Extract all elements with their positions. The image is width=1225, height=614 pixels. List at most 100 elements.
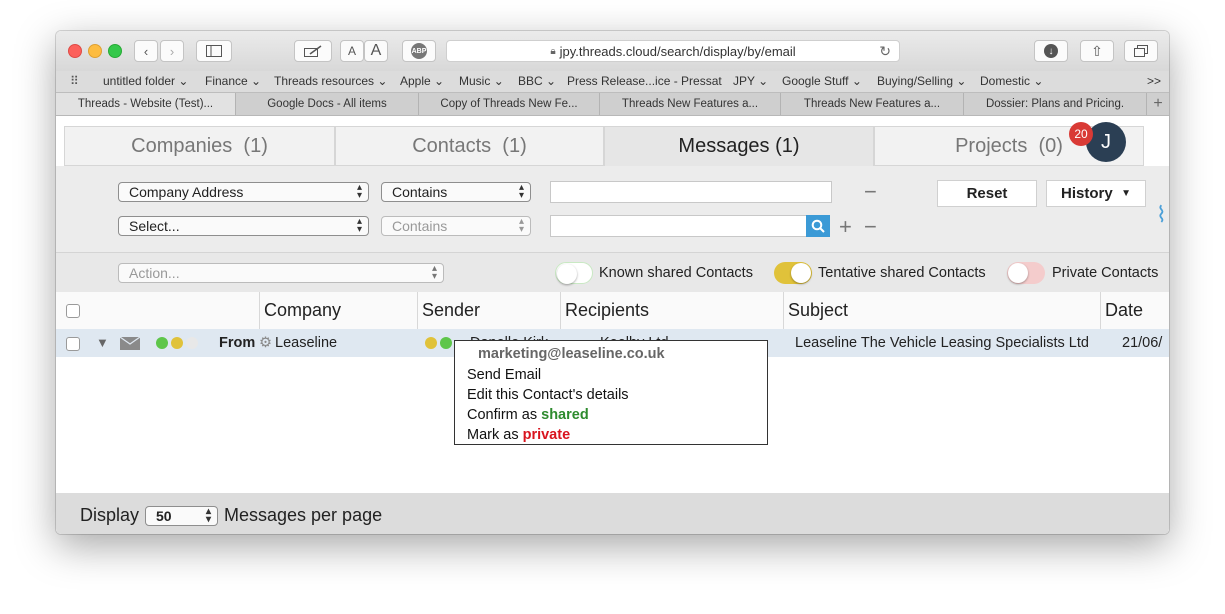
tentative-shared-toggle[interactable] [774,262,812,284]
filter-operator-select[interactable]: Contains ▴ ▾ [381,182,531,202]
column-header-company[interactable]: Company [259,292,417,329]
notification-badge[interactable]: 20 [1069,122,1093,146]
bookmark-domestic[interactable]: Domestic ⌄ [980,74,1043,88]
mark-private-item[interactable]: Mark as private [467,427,570,443]
tab-companies[interactable]: Companies (1) [64,126,335,166]
chevron-left-icon: ‹ [143,43,149,59]
filter-field-select-2[interactable]: Select... ▴ ▾ [118,216,369,236]
search-input[interactable] [550,215,807,237]
paperclip-icon[interactable]: ⌇ [1156,202,1167,228]
edit-contact-item[interactable]: Edit this Contact's details [467,387,629,403]
send-email-item[interactable]: Send Email [467,367,541,383]
status-dot-tentative [171,337,183,349]
adblock-icon: ABP [411,43,427,59]
font-smaller-button[interactable]: A [340,40,364,62]
tab-count: (0) [1038,134,1063,157]
browser-tab[interactable]: Copy of Threads New Fe... [419,93,600,115]
downloads-button[interactable]: ↓ [1034,40,1068,62]
bookmark-label: Apple [400,74,431,88]
new-tab-button[interactable]: + [1147,93,1169,115]
subject-cell[interactable]: Leaseline The Vehicle Leasing Specialist… [795,335,1089,351]
action-select[interactable]: Action... ▴ ▾ [118,263,444,283]
private-contacts-label: Private Contacts [1052,265,1159,281]
browser-tab[interactable]: Threads New Features a... [600,93,781,115]
browser-tab[interactable]: Threads - Website (Test)... [56,93,236,115]
per-page-select[interactable]: 50 ▴ ▾ [145,506,218,526]
bookmark-untitled-folder[interactable]: untitled folder ⌄ [103,74,188,88]
bookmark-label: Finance [205,74,248,88]
table-header: Company Sender Recipients Subject Date [56,292,1169,330]
date-cell: 21/06/ [1122,335,1163,351]
reset-button[interactable]: Reset [937,180,1037,207]
chevron-down-icon: ⌄ [434,74,445,88]
bookmark-finance[interactable]: Finance ⌄ [205,74,261,88]
confirm-shared-item[interactable]: Confirm as shared [467,407,589,423]
column-header-subject[interactable]: Subject [783,292,1100,329]
font-small-label: A [347,44,356,58]
filter-value-input[interactable] [550,181,832,203]
minimize-window-button[interactable] [88,44,102,58]
filter-field-select[interactable]: Company Address ▴ ▾ [118,182,369,202]
row-checkbox[interactable] [66,337,80,351]
browser-tab-label: Dossier: Plans and Pricing. [985,98,1125,110]
tab-messages[interactable]: Messages (1) [604,126,874,166]
sidebar-button[interactable] [196,40,232,62]
bookmark-jpy[interactable]: JPY ⌄ [733,74,768,88]
browser-tab[interactable]: Google Docs - All items [236,93,419,115]
bookmark-bbc[interactable]: BBC ⌄ [518,74,556,88]
column-header-sender[interactable]: Sender [417,292,560,329]
reload-icon[interactable]: ↻ [879,43,891,60]
updown-arrow-icon: ▴ ▾ [518,216,524,235]
column-header-date[interactable]: Date [1100,292,1169,329]
history-button[interactable]: History ▼ [1046,180,1146,207]
filter-panel: Company Address ▴ ▾ Contains ▴ ▾ − Reset His… [56,166,1169,253]
grid-icon[interactable]: ⠿ [70,74,79,88]
expand-triangle-icon[interactable]: ▼ [96,335,109,350]
browser-tab[interactable]: Dossier: Plans and Pricing. [964,93,1147,115]
back-button[interactable]: ‹ [134,40,158,62]
remove-filter-button-2[interactable]: − [864,216,877,238]
bookmark-google-stuff[interactable]: Google Stuff ⌄ [782,74,862,88]
bookmark-press-release[interactable]: Press Release...ice - Pressat [567,74,722,88]
browser-tab[interactable]: Threads New Features a... [781,93,964,115]
markup-button[interactable] [294,40,332,62]
forward-button[interactable]: › [160,40,184,62]
bookmark-buying-selling[interactable]: Buying/Selling ⌄ [877,74,966,88]
address-bar[interactable]: 🔒︎ jpy.threads.cloud/search/display/by/e… [446,40,900,62]
avatar[interactable]: J [1086,122,1126,162]
adblock-button[interactable]: ABP [402,40,436,62]
bookmark-label: Domestic [980,74,1031,88]
share-button[interactable]: ⇧ [1080,40,1114,62]
bookmark-music[interactable]: Music ⌄ [459,74,504,88]
search-button[interactable] [806,215,830,237]
bookmark-apple[interactable]: Apple ⌄ [400,74,444,88]
company-cell[interactable]: Leaseline [275,335,337,351]
bookmark-label: JPY [733,74,755,88]
tab-count: (1) [502,134,527,157]
font-larger-button[interactable]: A [364,40,388,62]
tab-count: (1) [775,135,800,157]
bookmarks-overflow[interactable]: >> [1147,74,1161,88]
select-value: Contains [392,218,448,234]
tab-overview-button[interactable] [1124,40,1158,62]
close-window-button[interactable] [68,44,82,58]
column-header-recipients[interactable]: Recipients [560,292,783,329]
known-shared-label: Known shared Contacts [599,265,753,281]
gear-icon[interactable]: ⚙ [259,335,272,351]
add-filter-button[interactable]: + [839,216,852,238]
private-contacts-toggle[interactable] [1007,262,1045,284]
chevron-right-icon: › [169,43,175,59]
zoom-window-button[interactable] [108,44,122,58]
bookmark-threads-resources[interactable]: Threads resources ⌄ [274,74,387,88]
tab-contacts[interactable]: Contacts (1) [335,126,604,166]
filter-operator-select-2[interactable]: Contains ▴ ▾ [381,216,531,236]
direction-label: From [219,335,256,351]
sidebar-icon [206,45,222,57]
known-shared-toggle[interactable] [555,262,593,284]
toggle-knob [1008,263,1028,283]
envelope-icon [120,337,140,350]
select-all-checkbox[interactable] [66,304,80,318]
updown-arrow-icon: ▴ ▾ [431,263,437,282]
sender-dot-tentative [425,337,437,349]
remove-filter-button[interactable]: − [864,181,877,203]
